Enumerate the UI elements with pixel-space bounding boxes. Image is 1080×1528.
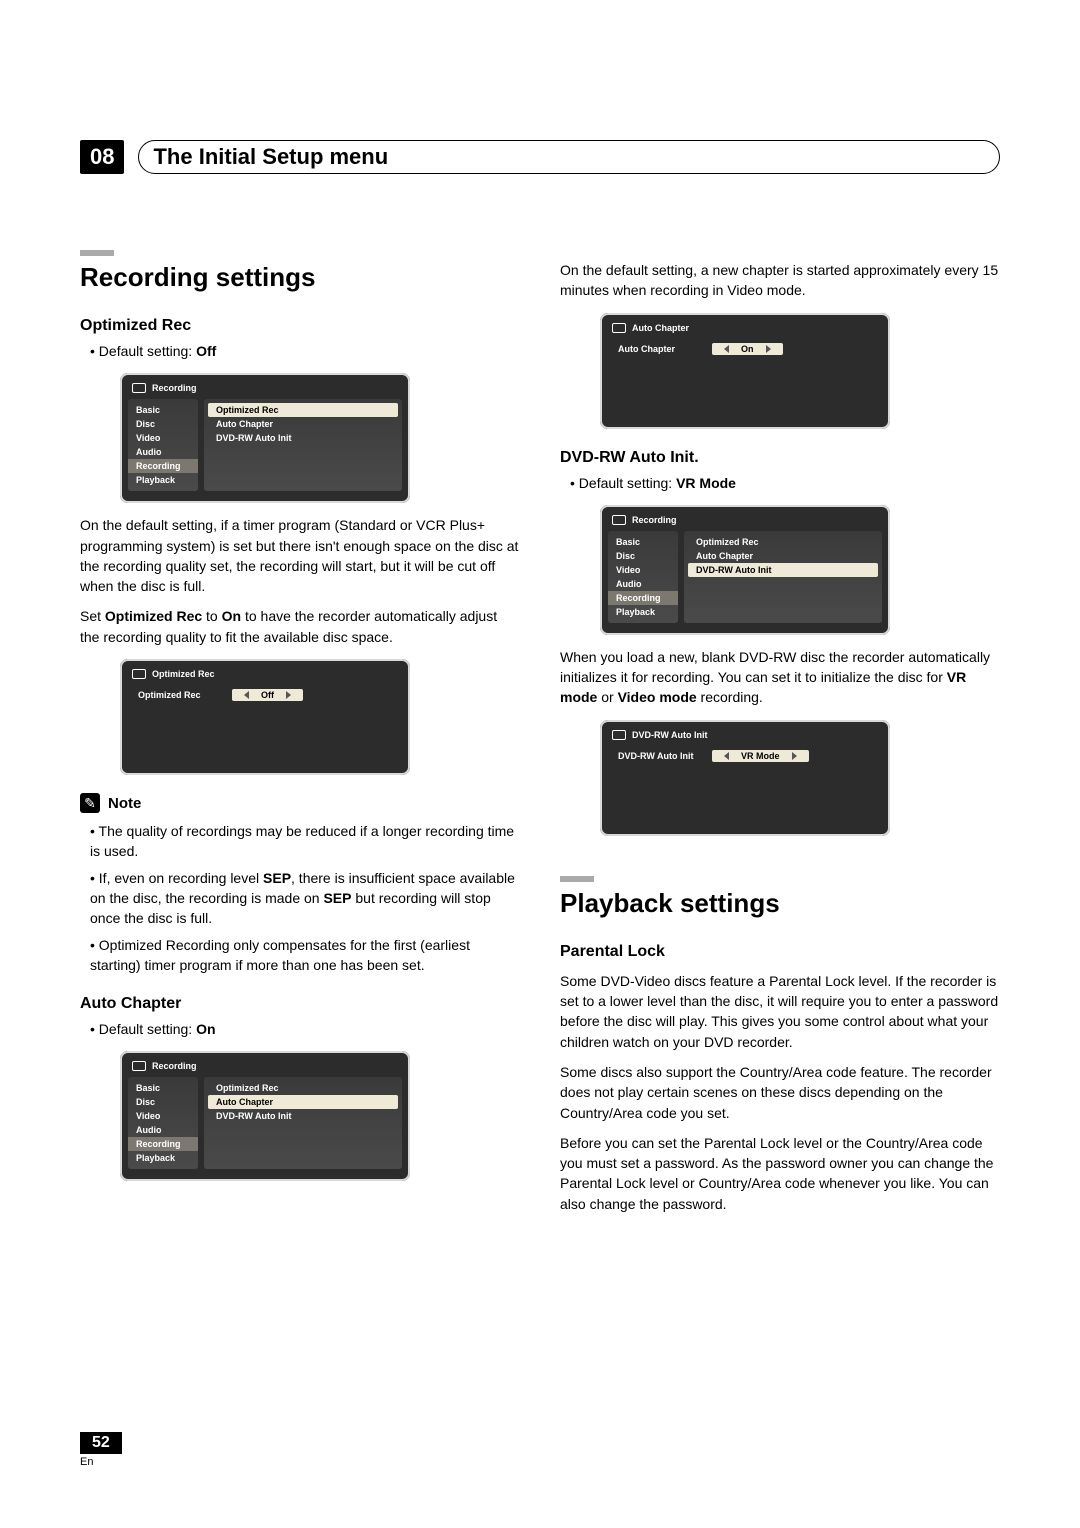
osd-recording-optimized: Recording Basic Disc Video Audio Recordi… xyxy=(120,373,410,503)
page-footer: 52 En xyxy=(80,1432,122,1468)
default-setting-dvdrw: Default setting: VR Mode xyxy=(570,473,1000,493)
section-rule xyxy=(560,876,594,882)
osd-dvdrw-value: DVD-RW Auto Init DVD-RW Auto Init VR Mod… xyxy=(600,720,890,836)
default-value: Off xyxy=(196,343,216,359)
section-playback-settings: Playback settings xyxy=(560,888,1000,919)
note-bullet-3: Optimized Recording only compensates for… xyxy=(90,935,520,976)
tv-icon xyxy=(612,730,626,740)
parental-p1: Some DVD-Video discs feature a Parental … xyxy=(560,971,1000,1052)
osd-opt-value: Off xyxy=(232,689,303,701)
parental-p2: Some discs also support the Country/Area… xyxy=(560,1062,1000,1123)
pencil-icon: ✎ xyxy=(80,793,100,813)
heading-optimized-rec: Optimized Rec xyxy=(80,317,520,335)
section-recording-settings: Recording settings xyxy=(80,262,520,293)
osd-left-list: Basic Disc Video Audio Recording Playbac… xyxy=(128,399,198,491)
osd-sub-autochapter: Auto Chapter xyxy=(208,417,398,431)
osd-item-disc: Disc xyxy=(128,417,198,431)
osd-item-video: Video xyxy=(128,431,198,445)
osd-item-basic: Basic xyxy=(128,403,198,417)
chapter-number: 08 xyxy=(80,140,124,174)
note-bullet-2: If, even on recording level SEP, there i… xyxy=(90,868,520,929)
note-label: Note xyxy=(108,795,141,812)
tv-icon xyxy=(612,515,626,525)
osd-item-playback: Playback xyxy=(128,473,198,487)
section-rule xyxy=(80,250,114,256)
dvdrw-para: When you load a new, blank DVD-RW disc t… xyxy=(560,647,1000,708)
osd-recording-dvdrw: Recording Basic Disc Video Audio Recordi… xyxy=(600,505,890,635)
osd-dvdrw-value-field: VR Mode xyxy=(712,750,809,762)
heading-dvdrw: DVD-RW Auto Init. xyxy=(560,449,1000,467)
optimized-para2: Set Optimized Rec to On to have the reco… xyxy=(80,606,520,647)
chapter-title-bar: The Initial Setup menu xyxy=(138,140,1000,174)
osd-title: Auto Chapter xyxy=(632,323,689,333)
osd-title: Recording xyxy=(152,383,197,393)
osd-title: Recording xyxy=(632,515,677,525)
osd-recording-autochapter: Recording Basic Disc Video Audio Recordi… xyxy=(120,1051,410,1181)
osd-autochapter-value: Auto Chapter Auto Chapter On xyxy=(600,313,890,429)
osd-opt-label: Optimized Rec xyxy=(134,689,224,701)
default-label: Default setting: xyxy=(99,343,196,359)
osd-title: Recording xyxy=(152,1061,197,1071)
auto-chapter-para: On the default setting, a new chapter is… xyxy=(560,260,1000,301)
tv-icon xyxy=(132,1061,146,1071)
page-number: 52 xyxy=(80,1432,122,1454)
parental-p3: Before you can set the Parental Lock lev… xyxy=(560,1133,1000,1214)
tv-icon xyxy=(132,383,146,393)
chapter-header: 08 The Initial Setup menu xyxy=(80,140,1000,174)
heading-parental-lock: Parental Lock xyxy=(560,943,1000,961)
page-language: En xyxy=(80,1456,122,1468)
optimized-para1: On the default setting, if a timer progr… xyxy=(80,515,520,596)
chapter-title: The Initial Setup menu xyxy=(153,144,388,170)
osd-optimized-value: Optimized Rec Optimized Rec Off xyxy=(120,659,410,775)
default-setting-autochapter: Default setting: On xyxy=(90,1019,520,1039)
heading-auto-chapter: Auto Chapter xyxy=(80,995,520,1013)
osd-autochapter-value-field: On xyxy=(712,343,783,355)
osd-right-list: Optimized Rec Auto Chapter DVD-RW Auto I… xyxy=(204,399,402,491)
note-heading: ✎ Note xyxy=(80,793,520,813)
osd-item-recording: Recording xyxy=(128,459,198,473)
osd-title: Optimized Rec xyxy=(152,669,215,679)
left-column: Recording settings Optimized Rec Default… xyxy=(80,250,520,1224)
osd-title: DVD-RW Auto Init xyxy=(632,730,708,740)
osd-sub-optimized: Optimized Rec xyxy=(208,403,398,417)
right-column: On the default setting, a new chapter is… xyxy=(560,250,1000,1224)
osd-item-audio: Audio xyxy=(128,445,198,459)
tv-icon xyxy=(612,323,626,333)
default-setting-optimized: Default setting: Off xyxy=(90,341,520,361)
note-bullet-1: The quality of recordings may be reduced… xyxy=(90,821,520,862)
osd-dvdrw-label: DVD-RW Auto Init xyxy=(614,750,704,762)
osd-autochapter-label: Auto Chapter xyxy=(614,343,704,355)
osd-sub-dvdrw: DVD-RW Auto Init xyxy=(208,431,398,445)
tv-icon xyxy=(132,669,146,679)
